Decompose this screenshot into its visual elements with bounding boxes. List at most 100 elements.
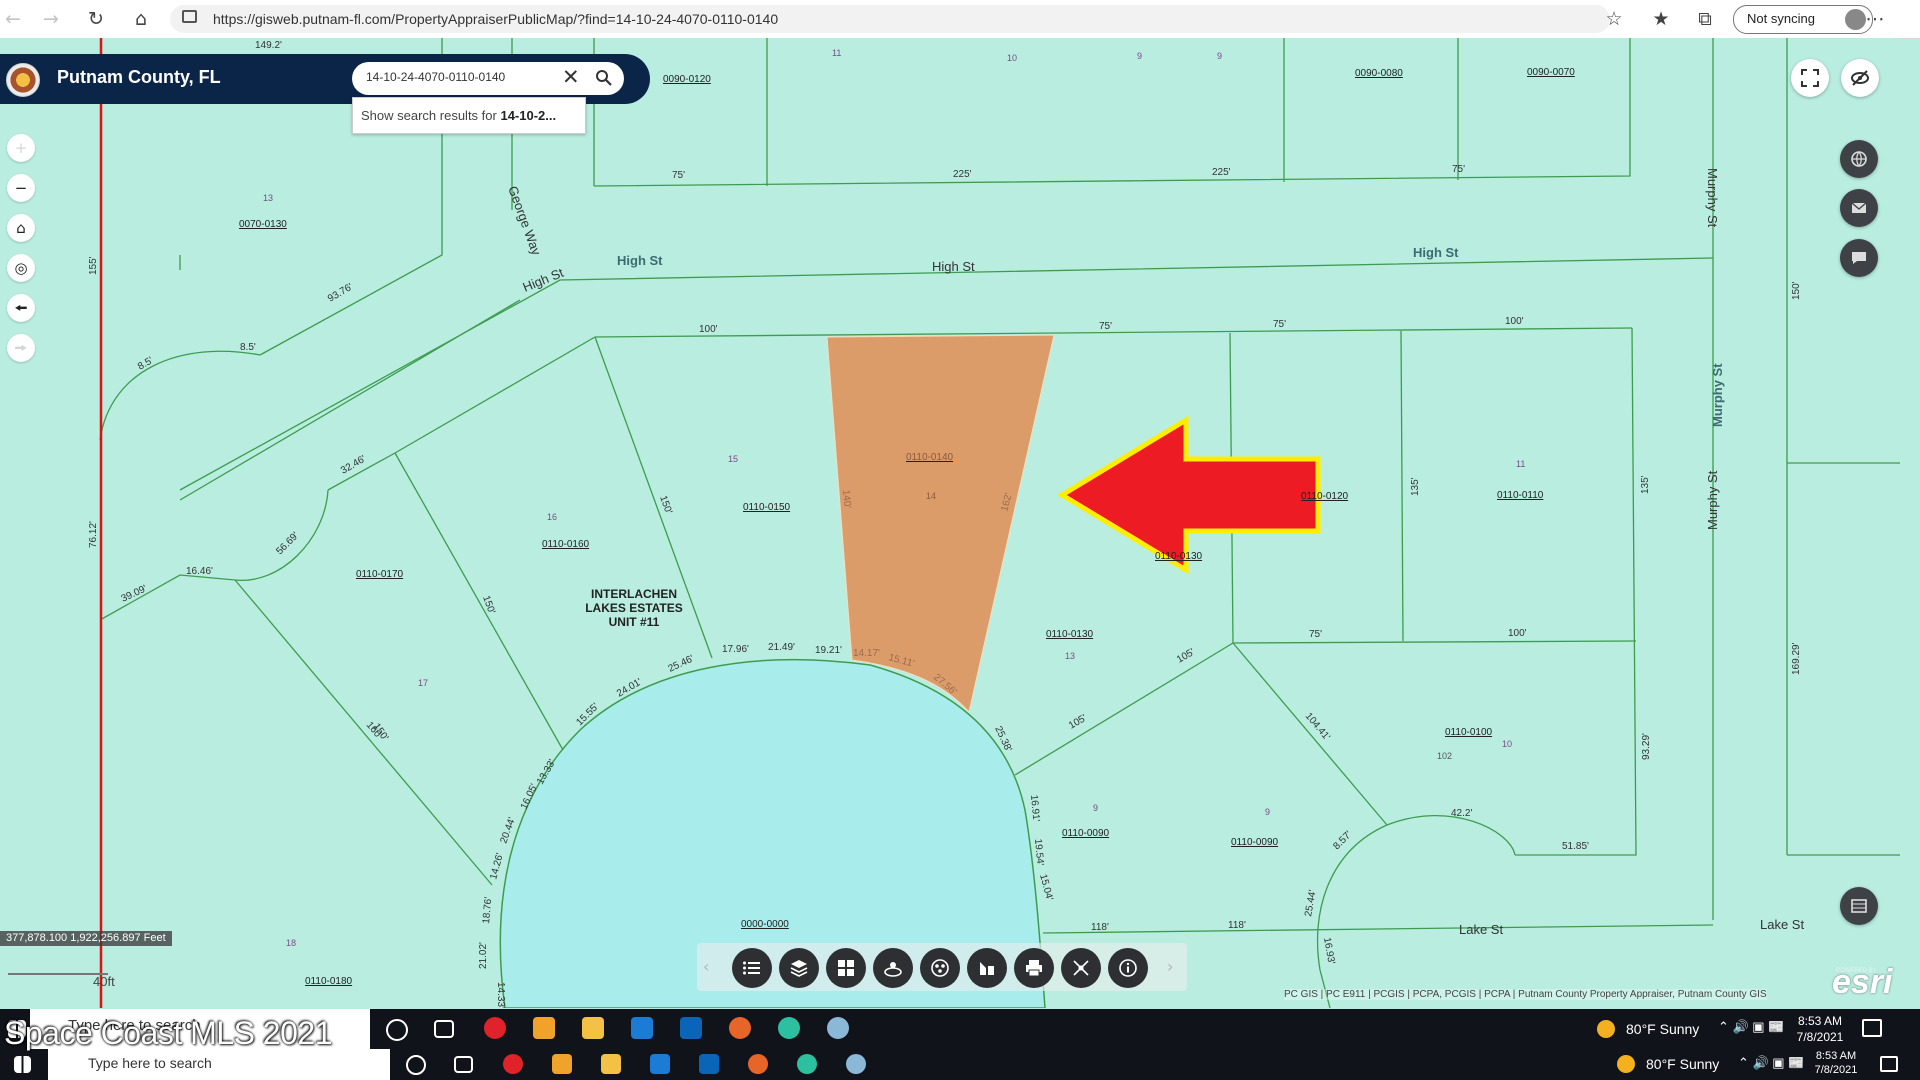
- lock-icon: [182, 10, 197, 23]
- edge-icon[interactable]: [797, 1054, 817, 1074]
- back-extent-icon[interactable]: 🠘: [7, 294, 35, 322]
- clock[interactable]: 8:53 AM 7/8/2021: [1806, 1049, 1866, 1077]
- dimension-label: 118': [1091, 922, 1109, 933]
- fullscreen-button[interactable]: [1791, 59, 1829, 97]
- task-view-icon[interactable]: [454, 1056, 473, 1073]
- store-icon[interactable]: [533, 1017, 555, 1039]
- parcel-label-selected: 0110-0140: [906, 452, 954, 463]
- opera-icon[interactable]: [503, 1054, 523, 1074]
- home-icon[interactable]: ⌂: [128, 6, 154, 32]
- file-explorer-icon[interactable]: [601, 1054, 621, 1074]
- parcel-label: 0110-0130: [1046, 629, 1094, 640]
- address-bar[interactable]: https://gisweb.putnam-fl.com/PropertyApp…: [170, 5, 1610, 33]
- clock-time: 8:53 AM: [1815, 1050, 1857, 1062]
- search-icon[interactable]: [595, 69, 613, 87]
- info-icon: [1119, 959, 1137, 977]
- zoom-in-icon[interactable]: +: [7, 134, 35, 162]
- firefox-icon[interactable]: [729, 1017, 751, 1039]
- dimension-label: 150': [1791, 281, 1802, 300]
- collections-icon[interactable]: ⧉: [1692, 6, 1718, 32]
- weather-sun-icon: [1617, 1055, 1635, 1073]
- more-icon[interactable]: ⋯: [1862, 6, 1888, 32]
- hide-panels-button[interactable]: [1841, 59, 1879, 97]
- forward-extent-icon[interactable]: 🠚: [7, 334, 35, 362]
- parcel-tool-button[interactable]: [920, 948, 960, 988]
- task-view-icon[interactable]: [434, 1020, 454, 1038]
- mail-button[interactable]: [1840, 189, 1878, 227]
- outlook-icon[interactable]: [699, 1054, 719, 1074]
- file-explorer-icon[interactable]: [582, 1017, 604, 1039]
- parcel-label: 0000-0000: [741, 919, 789, 930]
- dimension-label: 100': [1508, 628, 1527, 639]
- clock[interactable]: 8:53 AM 7/8/2021: [1790, 1013, 1850, 1045]
- list-button[interactable]: [732, 948, 772, 988]
- globe-button[interactable]: [1840, 140, 1878, 178]
- sync-button[interactable]: Not syncing: [1733, 5, 1873, 34]
- dimension-label: 76.12': [88, 521, 99, 548]
- hide-icon: [1851, 70, 1869, 86]
- favorite-add-icon[interactable]: ☆: [1601, 6, 1627, 32]
- cortana-icon[interactable]: [386, 1019, 408, 1041]
- mail-icon: [1851, 202, 1867, 213]
- outlook-icon[interactable]: [680, 1017, 702, 1039]
- coordinate-readout: 377,878.100 1,922,256.897 Feet: [0, 931, 172, 946]
- dimension-label: 21.49': [768, 642, 795, 653]
- search-input[interactable]: 14-10-24-4070-0110-0140 ✕: [352, 62, 624, 95]
- home-extent-icon[interactable]: ⌂: [7, 214, 35, 242]
- refresh-icon[interactable]: ↻: [83, 6, 109, 32]
- select-button[interactable]: [873, 948, 913, 988]
- dimension-label: 75': [1309, 629, 1322, 640]
- street-high-label-3: High St: [521, 265, 567, 295]
- zoom-out-icon[interactable]: −: [7, 174, 35, 202]
- share-button[interactable]: [1061, 948, 1101, 988]
- street-high-label-1: High St: [617, 253, 663, 268]
- dimension-label: 75': [1099, 321, 1112, 332]
- toolbar-next-icon[interactable]: ›: [1167, 957, 1173, 976]
- firefox-icon[interactable]: [748, 1054, 768, 1074]
- layers-button[interactable]: [779, 948, 819, 988]
- opera-icon[interactable]: [484, 1017, 506, 1039]
- favorites-icon[interactable]: ★: [1648, 6, 1674, 32]
- notifications-icon[interactable]: [1862, 1019, 1882, 1037]
- forward-icon[interactable]: →: [38, 6, 64, 32]
- taskbar-search[interactable]: Type here to search: [48, 1049, 390, 1080]
- mail-app-icon[interactable]: [650, 1054, 670, 1074]
- lot-number: 18: [286, 938, 296, 948]
- dimension-label: 155': [88, 256, 99, 275]
- search-suggestion[interactable]: Show search results for 14-10-2...: [352, 97, 586, 134]
- cortana-icon[interactable]: [406, 1055, 426, 1075]
- toolbar-prev-icon[interactable]: ‹: [703, 957, 709, 976]
- scale-label: 40ft: [93, 974, 115, 989]
- parcel-label: 0110-0090: [1062, 828, 1110, 839]
- paint-icon[interactable]: [827, 1017, 849, 1039]
- suggestion-prefix: Show search results for: [361, 108, 497, 123]
- back-icon[interactable]: ←: [0, 6, 26, 32]
- clear-search-icon[interactable]: ✕: [562, 65, 580, 89]
- store-icon[interactable]: [552, 1054, 572, 1074]
- lot-number: 9: [1093, 803, 1098, 813]
- info-button[interactable]: [1108, 948, 1148, 988]
- tray-icons[interactable]: ⌃ 🔊 ▣ 📰: [1718, 1019, 1784, 1035]
- dimension-label: 8.5': [136, 355, 155, 372]
- county-seal-icon: [6, 63, 40, 97]
- draw-button[interactable]: [967, 948, 1007, 988]
- windows-start-icon[interactable]: [14, 1056, 31, 1073]
- fullscreen-icon: [1801, 69, 1819, 87]
- map-view[interactable]: High St High St High St High St George W…: [0, 38, 1900, 1008]
- notifications-icon[interactable]: [1880, 1056, 1898, 1072]
- tray-icons[interactable]: ⌃ 🔊 ▣ 📰: [1738, 1055, 1804, 1071]
- dimension-label: 100': [1505, 316, 1524, 327]
- print-button[interactable]: [1014, 948, 1054, 988]
- dimension-label: 93.29': [1641, 733, 1652, 760]
- mail-app-icon[interactable]: [631, 1017, 653, 1039]
- weather-sun-icon: [1597, 1020, 1615, 1038]
- paint-icon[interactable]: [846, 1054, 866, 1074]
- edge-icon[interactable]: [778, 1017, 800, 1039]
- chat-button[interactable]: [1840, 239, 1878, 277]
- attribute-table-button[interactable]: [1840, 887, 1878, 925]
- street-murphy-label-2: Murphy St: [1710, 363, 1725, 427]
- subdivision-label-line-1: INTERLACHEN: [591, 587, 677, 601]
- locate-icon[interactable]: ◎: [7, 254, 35, 282]
- dimension-label: 169.29': [1791, 642, 1802, 675]
- basemap-button[interactable]: [826, 948, 866, 988]
